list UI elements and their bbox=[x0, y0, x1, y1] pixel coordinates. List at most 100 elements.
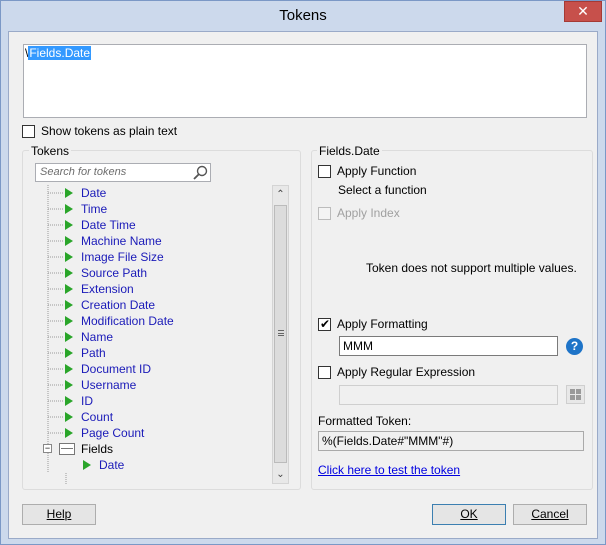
tree-item-label: Modification Date bbox=[81, 314, 174, 328]
token-arrow-icon bbox=[65, 236, 73, 246]
grid-icon bbox=[570, 389, 581, 400]
tree-item-label: Name bbox=[81, 330, 114, 344]
token-details-title: Fields.Date bbox=[317, 144, 382, 158]
scroll-thumb[interactable] bbox=[274, 205, 287, 463]
fields-node-icon bbox=[59, 443, 75, 455]
token-tree-scrollbar[interactable]: ⌃ ⌄ bbox=[272, 185, 289, 484]
tree-item[interactable]: Source Path bbox=[65, 265, 265, 281]
scroll-down-icon[interactable]: ⌄ bbox=[273, 466, 288, 483]
token-arrow-icon bbox=[65, 396, 73, 406]
dialog-body: \Fields.Date Show tokens as plain text T… bbox=[8, 31, 598, 539]
collapse-icon[interactable]: − bbox=[43, 444, 52, 453]
cancel-button[interactable]: Cancel bbox=[513, 504, 587, 525]
token-arrow-icon bbox=[65, 380, 73, 390]
editor-selected-text: Fields.Date bbox=[28, 46, 92, 60]
tree-item-label: Page Count bbox=[81, 426, 145, 440]
tree-item-label: Extension bbox=[81, 282, 134, 296]
grip-icon bbox=[278, 330, 284, 336]
tree-item[interactable]: Time bbox=[65, 201, 265, 217]
checkmark-icon: ✔ bbox=[320, 317, 331, 331]
tree-item[interactable]: ID bbox=[65, 393, 265, 409]
tree-item-label: Date Time bbox=[81, 218, 136, 232]
formatting-input[interactable]: MMM bbox=[339, 336, 558, 356]
tree-item[interactable]: Date Time bbox=[65, 217, 265, 233]
token-arrow-icon bbox=[65, 332, 73, 342]
tree-item[interactable]: Path bbox=[65, 345, 265, 361]
tree-item[interactable]: Username bbox=[65, 377, 265, 393]
select-function-label: Select a function bbox=[338, 183, 427, 197]
token-search-placeholder: Search for tokens bbox=[40, 166, 127, 178]
tree-item[interactable]: Creation Date bbox=[65, 297, 265, 313]
apply-regex-checkbox[interactable] bbox=[318, 366, 331, 379]
tree-item-label: Machine Name bbox=[81, 234, 162, 248]
apply-formatting-checkbox[interactable]: ✔ bbox=[318, 317, 331, 331]
tokens-dialog: Tokens ✕ \Fields.Date Show tokens as pla… bbox=[0, 0, 606, 545]
tree-item-label: Image File Size bbox=[81, 250, 164, 264]
tree-item-label: Creation Date bbox=[81, 298, 156, 312]
tree-item[interactable]: Date bbox=[65, 185, 265, 201]
title-bar[interactable]: Tokens ✕ bbox=[1, 1, 605, 31]
tree-item-fields-label: Fields bbox=[81, 442, 114, 456]
search-icon[interactable] bbox=[192, 165, 208, 181]
token-arrow-icon bbox=[65, 300, 73, 310]
apply-index-checkbox[interactable] bbox=[318, 207, 331, 220]
token-arrow-icon bbox=[65, 364, 73, 374]
tree-item[interactable]: Image File Size bbox=[65, 249, 265, 265]
tree-item-fields-date-label: Date bbox=[99, 458, 125, 472]
apply-index-label: Apply Index bbox=[337, 206, 400, 220]
apply-function-label: Apply Function bbox=[337, 164, 417, 178]
apply-function-checkbox[interactable] bbox=[318, 165, 331, 178]
tree-item-label: Date bbox=[81, 186, 107, 200]
tree-item-label: Document ID bbox=[81, 362, 152, 376]
tree-item-fields-date[interactable]: Date bbox=[83, 457, 173, 473]
help-button-label: Help bbox=[46, 507, 72, 521]
ok-button-label: OK bbox=[460, 507, 478, 521]
tree-item[interactable]: Document ID bbox=[65, 361, 265, 377]
token-arrow-icon bbox=[65, 204, 73, 214]
help-icon[interactable]: ? bbox=[566, 338, 583, 355]
tree-item-label: Username bbox=[81, 378, 137, 392]
token-arrow-icon bbox=[65, 220, 73, 230]
close-button[interactable]: ✕ bbox=[564, 1, 602, 22]
tree-item[interactable]: Count bbox=[65, 409, 265, 425]
help-button[interactable]: Help bbox=[22, 504, 96, 525]
token-arrow-icon bbox=[65, 252, 73, 262]
token-arrow-icon bbox=[65, 188, 73, 198]
tree-item-label: Source Path bbox=[81, 266, 148, 280]
cancel-button-label: Cancel bbox=[531, 507, 569, 521]
token-expression-editor[interactable]: \Fields.Date bbox=[23, 44, 587, 118]
regex-input[interactable] bbox=[339, 385, 558, 405]
ok-button[interactable]: OK bbox=[432, 504, 506, 525]
tree-item-fields[interactable]: − Fields bbox=[43, 441, 163, 457]
token-tree: Date Time Date Time Machine Name Image File … bbox=[35, 185, 271, 485]
token-arrow-icon bbox=[65, 348, 73, 358]
tree-item[interactable]: Modification Date bbox=[65, 313, 265, 329]
tree-item[interactable]: Machine Name bbox=[65, 233, 265, 249]
show-plain-text-checkbox[interactable] bbox=[22, 125, 35, 138]
token-arrow-icon bbox=[65, 412, 73, 422]
token-arrow-icon bbox=[83, 460, 91, 470]
tree-item-label: Count bbox=[81, 410, 114, 424]
tree-item[interactable]: Name bbox=[65, 329, 265, 345]
formatted-token-value: %(Fields.Date#"MMM"#) bbox=[318, 431, 584, 451]
apply-formatting-label: Apply Formatting bbox=[337, 317, 428, 331]
tree-item-label: Path bbox=[81, 346, 106, 360]
token-arrow-icon bbox=[65, 284, 73, 294]
editor-content: \Fields.Date bbox=[25, 46, 92, 61]
tree-item[interactable]: Extension bbox=[65, 281, 265, 297]
apply-regex-label: Apply Regular Expression bbox=[337, 365, 476, 379]
tokens-group-title: Tokens bbox=[29, 144, 72, 158]
tree-item-label: Time bbox=[81, 202, 108, 216]
token-arrow-icon bbox=[65, 316, 73, 326]
window-title: Tokens bbox=[279, 7, 327, 24]
regex-builder-button[interactable] bbox=[566, 385, 585, 404]
formatted-token-label: Formatted Token: bbox=[318, 414, 412, 428]
show-plain-text-label: Show tokens as plain text bbox=[41, 124, 178, 138]
test-token-link[interactable]: Click here to test the token bbox=[318, 463, 460, 477]
scroll-up-icon[interactable]: ⌃ bbox=[273, 186, 288, 203]
tree-item[interactable]: Page Count bbox=[65, 425, 265, 441]
token-search-input[interactable]: Search for tokens bbox=[35, 163, 211, 182]
token-arrow-icon bbox=[65, 428, 73, 438]
tree-item-label: ID bbox=[81, 394, 93, 408]
multiple-values-note: Token does not support multiple values. bbox=[366, 261, 577, 275]
